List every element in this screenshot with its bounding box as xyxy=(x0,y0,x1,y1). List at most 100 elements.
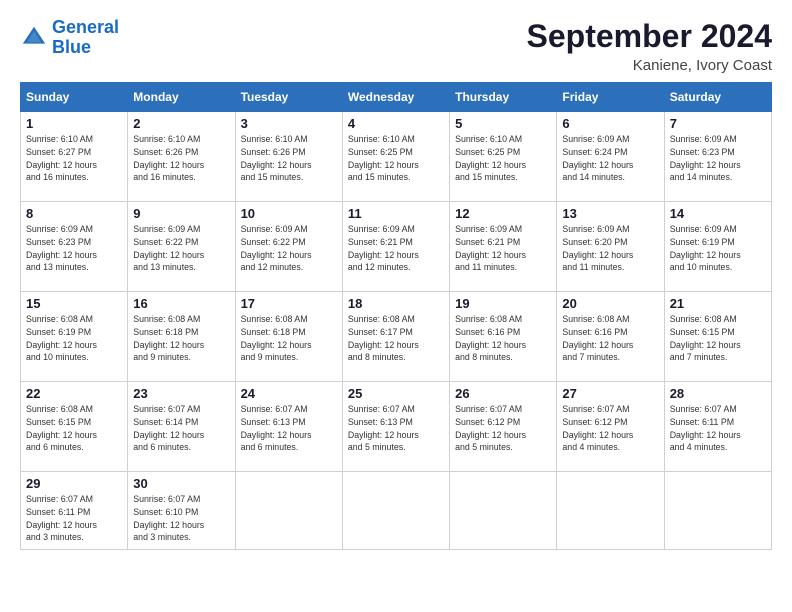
day-info: Sunrise: 6:08 AMSunset: 6:18 PMDaylight:… xyxy=(133,313,229,364)
calendar-day-cell: 15 Sunrise: 6:08 AMSunset: 6:19 PMDayligh… xyxy=(21,292,128,382)
day-number: 10 xyxy=(241,206,337,221)
day-info: Sunrise: 6:09 AMSunset: 6:22 PMDaylight:… xyxy=(241,223,337,274)
calendar-day-cell: 10 Sunrise: 6:09 AMSunset: 6:22 PMDayligh… xyxy=(235,202,342,292)
day-info: Sunrise: 6:07 AMSunset: 6:12 PMDaylight:… xyxy=(562,403,658,454)
day-info: Sunrise: 6:07 AMSunset: 6:11 PMDaylight:… xyxy=(670,403,766,454)
day-info: Sunrise: 6:07 AMSunset: 6:10 PMDaylight:… xyxy=(133,493,229,544)
day-number: 12 xyxy=(455,206,551,221)
day-info: Sunrise: 6:07 AMSunset: 6:13 PMDaylight:… xyxy=(348,403,444,454)
day-number: 11 xyxy=(348,206,444,221)
day-number: 7 xyxy=(670,116,766,131)
calendar-day-cell: 3 Sunrise: 6:10 AMSunset: 6:26 PMDaylight… xyxy=(235,112,342,202)
day-number: 2 xyxy=(133,116,229,131)
calendar-week-row: 22 Sunrise: 6:08 AMSunset: 6:15 PMDayligh… xyxy=(21,382,772,472)
calendar-header-row: SundayMondayTuesdayWednesdayThursdayFrid… xyxy=(21,83,772,112)
day-number: 26 xyxy=(455,386,551,401)
header-row: General Blue September 2024 Kaniene, Ivo… xyxy=(20,18,772,74)
calendar-day-cell: 5 Sunrise: 6:10 AMSunset: 6:25 PMDaylight… xyxy=(450,112,557,202)
day-number: 6 xyxy=(562,116,658,131)
calendar-day-cell xyxy=(557,472,664,550)
calendar-day-cell: 11Sunrise: 6:09 AMSunset: 6:21 PMDayligh… xyxy=(342,202,449,292)
calendar-table: SundayMondayTuesdayWednesdayThursdayFrid… xyxy=(20,82,772,550)
day-number: 21 xyxy=(670,296,766,311)
calendar-container: General Blue September 2024 Kaniene, Ivo… xyxy=(0,0,792,560)
day-info: Sunrise: 6:09 AMSunset: 6:22 PMDaylight:… xyxy=(133,223,229,274)
day-info: Sunrise: 6:08 AMSunset: 6:16 PMDaylight:… xyxy=(562,313,658,364)
day-number: 5 xyxy=(455,116,551,131)
day-info: Sunrise: 6:07 AMSunset: 6:11 PMDaylight:… xyxy=(26,493,122,544)
calendar-day-cell: 20 Sunrise: 6:08 AMSunset: 6:16 PMDayligh… xyxy=(557,292,664,382)
day-number: 28 xyxy=(670,386,766,401)
day-number: 27 xyxy=(562,386,658,401)
calendar-day-cell: 21 Sunrise: 6:08 AMSunset: 6:15 PMDayligh… xyxy=(664,292,771,382)
day-number: 30 xyxy=(133,476,229,491)
day-info: Sunrise: 6:09 AMSunset: 6:21 PMDaylight:… xyxy=(455,223,551,274)
day-info: Sunrise: 6:10 AMSunset: 6:27 PMDaylight:… xyxy=(26,133,122,184)
day-info: Sunrise: 6:08 AMSunset: 6:17 PMDaylight:… xyxy=(348,313,444,364)
calendar-day-cell: 6 Sunrise: 6:09 AMSunset: 6:24 PMDaylight… xyxy=(557,112,664,202)
calendar-day-cell: 4Sunrise: 6:10 AMSunset: 6:25 PMDaylight… xyxy=(342,112,449,202)
weekday-header: Thursday xyxy=(450,83,557,112)
calendar-day-cell: 22 Sunrise: 6:08 AMSunset: 6:15 PMDayligh… xyxy=(21,382,128,472)
day-number: 15 xyxy=(26,296,122,311)
day-number: 3 xyxy=(241,116,337,131)
day-info: Sunrise: 6:07 AMSunset: 6:14 PMDaylight:… xyxy=(133,403,229,454)
calendar-day-cell: 2 Sunrise: 6:10 AMSunset: 6:26 PMDaylight… xyxy=(128,112,235,202)
calendar-day-cell: 26Sunrise: 6:07 AMSunset: 6:12 PMDayligh… xyxy=(450,382,557,472)
weekday-header: Tuesday xyxy=(235,83,342,112)
calendar-day-cell: 14Sunrise: 6:09 AMSunset: 6:19 PMDayligh… xyxy=(664,202,771,292)
day-number: 4 xyxy=(348,116,444,131)
day-number: 29 xyxy=(26,476,122,491)
calendar-day-cell: 9Sunrise: 6:09 AMSunset: 6:22 PMDaylight… xyxy=(128,202,235,292)
day-number: 25 xyxy=(348,386,444,401)
day-info: Sunrise: 6:07 AMSunset: 6:13 PMDaylight:… xyxy=(241,403,337,454)
day-number: 23 xyxy=(133,386,229,401)
day-number: 1 xyxy=(26,116,122,131)
calendar-day-cell xyxy=(450,472,557,550)
calendar-body: 1 Sunrise: 6:10 AMSunset: 6:27 PMDaylight… xyxy=(21,112,772,550)
logo-general: General xyxy=(52,17,119,37)
calendar-day-cell: 7 Sunrise: 6:09 AMSunset: 6:23 PMDaylight… xyxy=(664,112,771,202)
day-number: 16 xyxy=(133,296,229,311)
calendar-week-row: 15 Sunrise: 6:08 AMSunset: 6:19 PMDayligh… xyxy=(21,292,772,382)
day-info: Sunrise: 6:09 AMSunset: 6:24 PMDaylight:… xyxy=(562,133,658,184)
day-info: Sunrise: 6:08 AMSunset: 6:16 PMDaylight:… xyxy=(455,313,551,364)
day-info: Sunrise: 6:08 AMSunset: 6:18 PMDaylight:… xyxy=(241,313,337,364)
day-info: Sunrise: 6:10 AMSunset: 6:25 PMDaylight:… xyxy=(455,133,551,184)
calendar-day-cell: 24Sunrise: 6:07 AMSunset: 6:13 PMDayligh… xyxy=(235,382,342,472)
weekday-header: Friday xyxy=(557,83,664,112)
day-number: 17 xyxy=(241,296,337,311)
calendar-day-cell: 1 Sunrise: 6:10 AMSunset: 6:27 PMDaylight… xyxy=(21,112,128,202)
location: Kaniene, Ivory Coast xyxy=(527,57,772,74)
day-info: Sunrise: 6:08 AMSunset: 6:19 PMDaylight:… xyxy=(26,313,122,364)
calendar-day-cell: 8Sunrise: 6:09 AMSunset: 6:23 PMDaylight… xyxy=(21,202,128,292)
calendar-day-cell: 16 Sunrise: 6:08 AMSunset: 6:18 PMDayligh… xyxy=(128,292,235,382)
calendar-day-cell: 18Sunrise: 6:08 AMSunset: 6:17 PMDayligh… xyxy=(342,292,449,382)
title-block: September 2024 Kaniene, Ivory Coast xyxy=(527,18,772,74)
calendar-day-cell xyxy=(664,472,771,550)
day-info: Sunrise: 6:10 AMSunset: 6:26 PMDaylight:… xyxy=(133,133,229,184)
day-info: Sunrise: 6:09 AMSunset: 6:20 PMDaylight:… xyxy=(562,223,658,274)
day-info: Sunrise: 6:09 AMSunset: 6:19 PMDaylight:… xyxy=(670,223,766,274)
logo-blue: Blue xyxy=(52,37,91,57)
calendar-week-row: 8Sunrise: 6:09 AMSunset: 6:23 PMDaylight… xyxy=(21,202,772,292)
logo: General Blue xyxy=(20,18,119,58)
day-info: Sunrise: 6:09 AMSunset: 6:23 PMDaylight:… xyxy=(670,133,766,184)
day-number: 22 xyxy=(26,386,122,401)
day-info: Sunrise: 6:08 AMSunset: 6:15 PMDaylight:… xyxy=(26,403,122,454)
calendar-day-cell: 17 Sunrise: 6:08 AMSunset: 6:18 PMDayligh… xyxy=(235,292,342,382)
day-number: 20 xyxy=(562,296,658,311)
day-info: Sunrise: 6:08 AMSunset: 6:15 PMDaylight:… xyxy=(670,313,766,364)
calendar-week-row: 1 Sunrise: 6:10 AMSunset: 6:27 PMDaylight… xyxy=(21,112,772,202)
calendar-day-cell: 27 Sunrise: 6:07 AMSunset: 6:12 PMDayligh… xyxy=(557,382,664,472)
calendar-day-cell xyxy=(235,472,342,550)
weekday-header: Sunday xyxy=(21,83,128,112)
day-info: Sunrise: 6:10 AMSunset: 6:26 PMDaylight:… xyxy=(241,133,337,184)
weekday-header: Wednesday xyxy=(342,83,449,112)
calendar-day-cell: 13 Sunrise: 6:09 AMSunset: 6:20 PMDayligh… xyxy=(557,202,664,292)
calendar-day-cell: 25 Sunrise: 6:07 AMSunset: 6:13 PMDayligh… xyxy=(342,382,449,472)
day-info: Sunrise: 6:09 AMSunset: 6:23 PMDaylight:… xyxy=(26,223,122,274)
logo-icon xyxy=(20,24,48,52)
calendar-day-cell: 29 Sunrise: 6:07 AMSunset: 6:11 PMDayligh… xyxy=(21,472,128,550)
day-number: 13 xyxy=(562,206,658,221)
